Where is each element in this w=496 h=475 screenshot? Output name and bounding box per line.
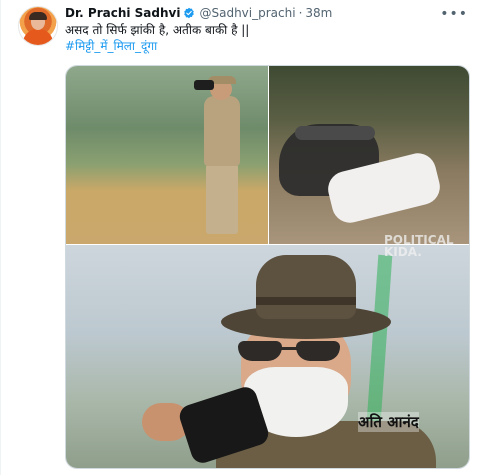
avatar-hair bbox=[29, 12, 47, 20]
photo-scene-ground[interactable] bbox=[269, 66, 469, 244]
timestamp[interactable]: 38m bbox=[305, 6, 332, 20]
officer-legs bbox=[206, 164, 238, 234]
tweet-text: असद तो सिर्फ झांकी है, अतीक बाकी है || bbox=[65, 23, 250, 37]
hashtag-link[interactable]: #मिट्टी_में_मिला_दूंगा bbox=[65, 38, 157, 54]
avatar[interactable] bbox=[18, 6, 58, 46]
verified-badge-icon bbox=[184, 7, 195, 19]
watermark: POLITICAL KIDA. bbox=[384, 234, 454, 258]
tweet[interactable]: Dr. Prachi Sadhvi @Sadhvi_prachi · 38m •… bbox=[0, 0, 496, 475]
watermark-line-2: KIDA. bbox=[384, 245, 422, 259]
binoculars-icon bbox=[194, 80, 214, 90]
hat-band bbox=[256, 297, 356, 305]
separator-dot: · bbox=[298, 6, 303, 20]
officer-body bbox=[204, 96, 240, 166]
hat-crown bbox=[256, 255, 356, 319]
user-handle[interactable]: @Sadhvi_prachi bbox=[199, 6, 295, 20]
figure-shape-dark bbox=[295, 126, 375, 140]
meme-caption: अति आनंद bbox=[358, 412, 419, 432]
glass-left bbox=[238, 341, 282, 361]
glass-right bbox=[296, 341, 340, 361]
tweet-header: Dr. Prachi Sadhvi @Sadhvi_prachi · 38m bbox=[65, 5, 332, 21]
tweet-media[interactable]: POLITICAL KIDA. अति आनंद bbox=[65, 65, 470, 469]
avatar-robe bbox=[23, 29, 53, 45]
hat-icon bbox=[221, 255, 391, 341]
officer-figure bbox=[194, 76, 248, 238]
more-icon[interactable]: ••• bbox=[440, 6, 468, 22]
photo-man-hat-binoculars[interactable] bbox=[66, 245, 469, 468]
photo-officer-binoculars[interactable] bbox=[66, 66, 268, 244]
sunglasses-icon bbox=[234, 341, 346, 361]
display-name[interactable]: Dr. Prachi Sadhvi bbox=[65, 6, 180, 20]
